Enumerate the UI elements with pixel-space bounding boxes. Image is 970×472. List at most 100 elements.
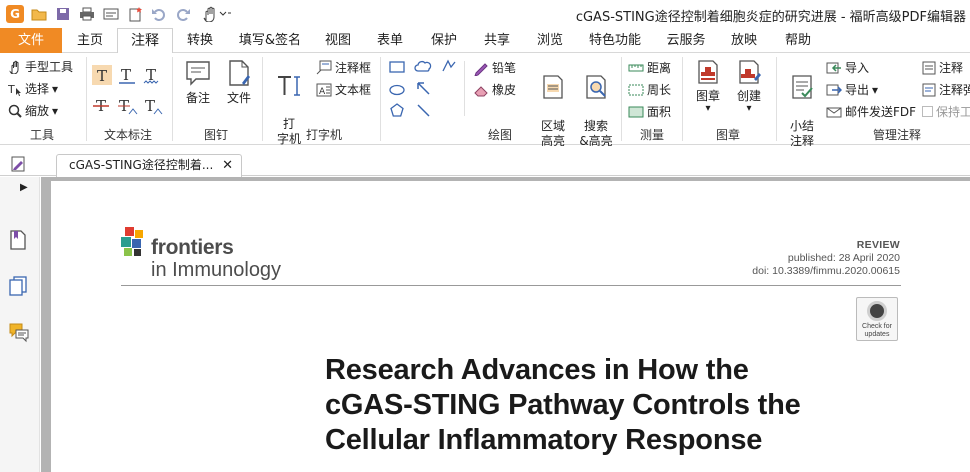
window-title: cGAS-STING途径控制着细胞炎症的研究进展 - 福昕高级PDF编辑器 — [575, 10, 966, 25]
ellipse-icon[interactable] — [389, 84, 405, 96]
line-icon[interactable] — [416, 103, 430, 117]
summarize-comments-button[interactable]: 小结 注释 — [782, 59, 822, 149]
cloud-icon[interactable] — [414, 59, 432, 73]
tab-view[interactable]: 视图 — [314, 28, 362, 53]
hand-tool-button[interactable]: 手型工具 — [8, 58, 73, 75]
underline-text-icon[interactable]: T — [117, 65, 137, 85]
highlight-text-icon[interactable]: T — [92, 65, 112, 85]
document-tab[interactable]: cGAS-STING途径控制着... ✕ — [56, 154, 242, 177]
export-icon — [826, 84, 842, 95]
comment-list-button[interactable]: 注释 — [922, 59, 963, 76]
pdf-file-icon — [10, 156, 26, 172]
export-button[interactable]: 导出 ▾ — [826, 81, 878, 98]
stamp-button[interactable]: 图章 ▾ — [688, 59, 728, 114]
area-label: 面积 — [647, 105, 672, 119]
svg-text:A: A — [319, 87, 326, 97]
ribbon: 手型工具 T 选择 ▾ 缩放 ▾ 工具 T T T T T T 文本标注 备注 … — [0, 53, 970, 148]
comment-list-label: 注释 — [939, 61, 964, 75]
import-label: 导入 — [845, 61, 870, 75]
tab-fill-sign[interactable]: 填写&签名 — [232, 28, 308, 53]
create-stamp-label: 创建 — [736, 89, 761, 103]
callout-button[interactable]: 注释框 — [316, 59, 371, 76]
tab-comment[interactable]: 注释 — [117, 28, 173, 54]
squiggly-text-icon[interactable]: T — [142, 65, 162, 85]
polygon-line-icon[interactable] — [441, 59, 457, 73]
zoom-tool-button[interactable]: 缩放 ▾ — [8, 102, 58, 119]
ruler-icon — [628, 64, 644, 71]
eraser-label: 橡皮 — [492, 83, 517, 97]
arrow-icon[interactable] — [416, 81, 430, 95]
app-logo-icon[interactable]: G — [6, 5, 24, 23]
summarize-comments-label: 小结 注释 — [789, 119, 814, 148]
open-folder-icon[interactable] — [30, 5, 48, 23]
tab-help[interactable]: 帮助 — [774, 28, 822, 53]
eraser-button[interactable]: 橡皮 — [473, 81, 516, 98]
eraser-icon — [474, 85, 488, 96]
comments-panel-icon[interactable] — [8, 321, 30, 343]
strikeout-text-icon[interactable]: T — [92, 96, 112, 116]
import-button[interactable]: 导入 — [826, 59, 869, 76]
replace-text-icon[interactable]: T — [117, 96, 139, 116]
create-stamp-button[interactable]: 创建 ▾ — [729, 59, 769, 114]
export-label: 导出 — [845, 83, 870, 97]
tab-slideshow[interactable]: 放映 — [720, 28, 768, 53]
pages-panel-icon[interactable] — [8, 275, 28, 297]
document-tab-label: cGAS-STING途径控制着... — [69, 158, 214, 172]
perimeter-button[interactable]: 周长 — [628, 81, 671, 98]
pentagon-icon[interactable] — [389, 103, 405, 117]
doi[interactable]: doi: 10.3389/fimmu.2020.00615 — [752, 265, 900, 278]
pencil-button[interactable]: 铅笔 — [473, 59, 516, 76]
tab-convert[interactable]: 转换 — [176, 28, 224, 53]
email-fdf-button[interactable]: 邮件发送FDF — [826, 103, 916, 120]
new-document-icon[interactable] — [126, 5, 144, 23]
close-icon[interactable]: ✕ — [222, 155, 233, 176]
create-stamp-icon — [739, 60, 761, 84]
hand-dropdown-icon[interactable] — [200, 5, 232, 23]
ribbon-separator — [776, 57, 777, 141]
area-highlight-button[interactable]: 区域 高亮 — [533, 59, 573, 149]
group-label-manage: 管理注释 — [872, 128, 921, 142]
comment-popup-button[interactable]: 注释弹 — [922, 81, 970, 98]
textbox-button[interactable]: A 文本框 — [316, 81, 371, 98]
select-tool-label: 选择 — [25, 82, 50, 96]
save-icon[interactable] — [54, 5, 72, 23]
expand-panel-icon[interactable]: ▶ — [20, 182, 28, 193]
redo-icon[interactable] — [174, 5, 192, 23]
distance-button[interactable]: 距离 — [628, 59, 671, 76]
tab-home[interactable]: 主页 — [66, 28, 114, 53]
check-for-updates-badge[interactable]: Check for updates — [856, 297, 898, 341]
navigation-sidebar: ▶ — [0, 177, 40, 472]
tab-form[interactable]: 表单 — [366, 28, 414, 53]
textbox-icon: A — [316, 83, 332, 97]
note-button[interactable]: 备注 — [178, 59, 218, 106]
bookmark-panel-icon[interactable] — [8, 229, 28, 251]
document-viewport[interactable]: frontiers in Immunology REVIEW published… — [41, 177, 970, 472]
rectangle-icon[interactable] — [389, 61, 405, 73]
note-label: 备注 — [185, 91, 210, 105]
chevron-down-icon: ▾ — [872, 82, 879, 97]
perimeter-label: 周长 — [647, 83, 672, 97]
print-icon[interactable] — [78, 5, 96, 23]
properties-icon[interactable] — [102, 5, 120, 23]
file-attach-button[interactable]: 文件 — [219, 59, 259, 106]
import-icon — [826, 62, 841, 73]
area-highlight-label: 区域 高亮 — [540, 119, 565, 148]
undo-icon[interactable] — [150, 5, 168, 23]
tab-file[interactable]: 文件 — [0, 28, 62, 53]
file-attach-label: 文件 — [226, 91, 251, 105]
ribbon-separator — [621, 57, 622, 141]
tab-protect[interactable]: 保护 — [420, 28, 468, 53]
article-title-line: Research Advances in How the — [325, 354, 749, 386]
svg-text:T: T — [8, 83, 15, 96]
tab-features[interactable]: 特色功能 — [582, 28, 648, 53]
pdf-page[interactable]: frontiers in Immunology REVIEW published… — [51, 181, 970, 472]
article-metadata: REVIEW published: 28 April 2020 doi: 10.… — [752, 239, 900, 278]
tab-browse[interactable]: 浏览 — [526, 28, 574, 53]
select-tool-button[interactable]: T 选择 ▾ — [8, 80, 58, 97]
tab-cloud[interactable]: 云服务 — [656, 28, 716, 53]
area-button[interactable]: 面积 — [628, 103, 671, 120]
keep-tool-checkbox[interactable]: 保持工 — [922, 103, 970, 120]
search-highlight-button[interactable]: 搜索 &高亮 — [575, 59, 617, 149]
insert-text-icon[interactable]: T — [143, 96, 165, 116]
tab-share[interactable]: 共享 — [473, 28, 521, 53]
